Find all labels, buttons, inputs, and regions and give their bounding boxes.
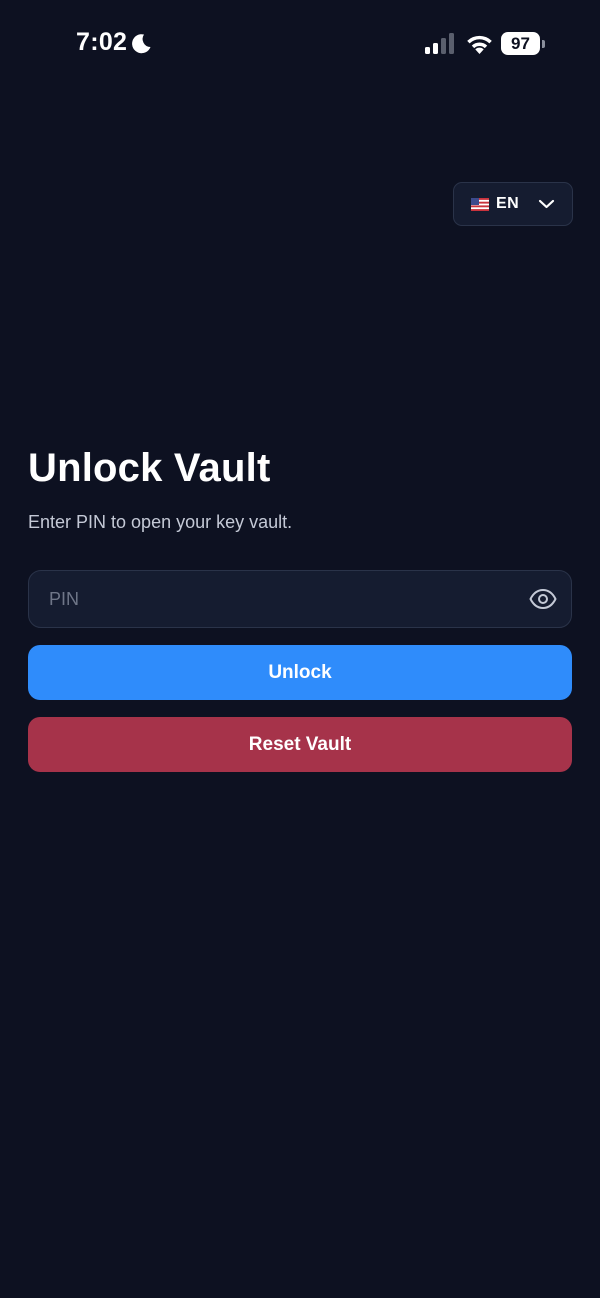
moon-icon (132, 34, 151, 54)
wifi-icon (467, 35, 492, 54)
reset-vault-button[interactable]: Reset Vault (28, 717, 572, 772)
language-selector[interactable]: EN (453, 182, 573, 226)
pin-field (28, 570, 572, 628)
chevron-down-icon (538, 199, 555, 209)
battery-icon: 97 (501, 32, 545, 55)
pin-input[interactable] (29, 571, 509, 627)
page-subtitle: Enter PIN to open your key vault. (28, 512, 293, 532)
unlock-screen: 7:02 97 EN Unlock Vault Enter PIN to ope… (0, 0, 600, 1298)
battery-level: 97 (501, 32, 540, 55)
status-bar: 7:02 97 (0, 0, 600, 90)
eye-icon[interactable] (529, 588, 557, 610)
page-title: Unlock Vault (28, 446, 271, 490)
us-flag-icon (471, 198, 489, 211)
status-time: 7:02 (76, 28, 128, 56)
battery-tip (542, 40, 545, 48)
signal-icon (425, 33, 454, 54)
unlock-button[interactable]: Unlock (28, 645, 572, 700)
language-code: EN (496, 195, 520, 212)
